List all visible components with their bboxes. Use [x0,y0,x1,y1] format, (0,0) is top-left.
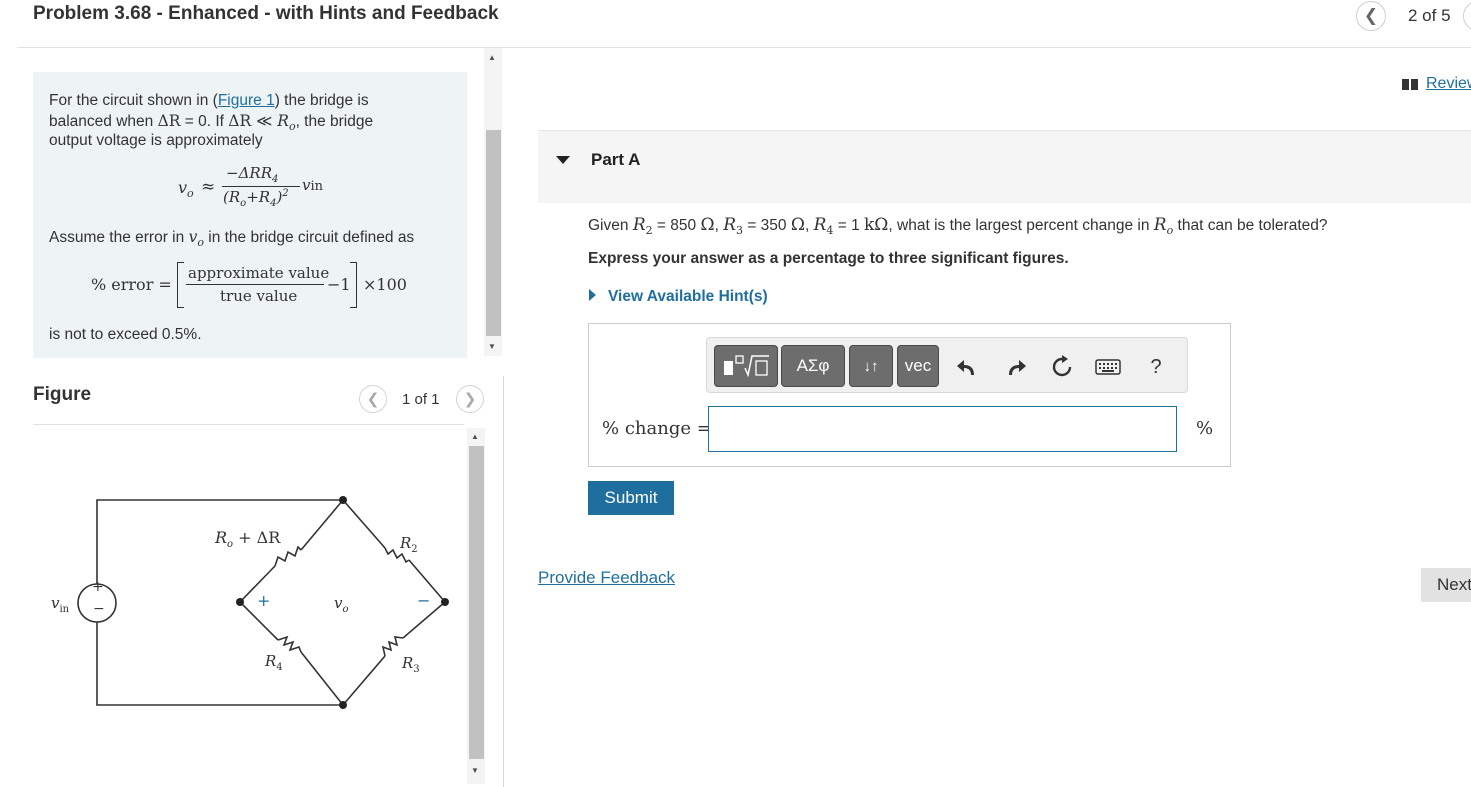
answer-instruction: Express your answer as a percentage to t… [588,250,1069,267]
figure-link[interactable]: Figure 1 [218,92,275,109]
previous-problem-button[interactable]: ❮ [1356,1,1386,31]
reset-button[interactable] [1047,352,1077,382]
problem-line-5: is not to exceed 0.5%. [49,326,202,343]
figure-scrollbar-thumb[interactable] [469,446,484,759]
output-minus: − [417,591,431,610]
chevron-left-icon: ❮ [1363,6,1379,25]
figure-next-button[interactable]: ❯ [456,385,484,413]
expand-triangle-icon[interactable] [589,289,596,301]
voltage-formula: vo ≈ −ΔRR4 (Ro+R4)2 vin [178,164,324,209]
bridge-circuit-figure: + − vin Ro + ΔR R2 R4 R3 + vo − [33,470,463,730]
problem-line-3: output voltage is approximately [49,132,263,149]
part-a-header[interactable] [538,130,1471,203]
scroll-up-icon[interactable]: ▲ [488,53,496,62]
next-problem-button[interactable] [1463,1,1471,31]
problem-scrollbar-thumb[interactable] [486,130,501,336]
answer-unit: % [1196,418,1214,439]
header-divider [17,47,1471,48]
output-voltage-label: vo [334,594,349,615]
chevron-left-icon: ❮ [366,391,380,408]
help-button[interactable]: ? [1141,352,1171,382]
reset-icon [1052,355,1072,377]
figure-divider [33,424,464,425]
bridge-circuit-diagram [77,496,449,709]
source-label: vin [51,594,70,615]
next-button[interactable]: Next [1421,568,1471,602]
problem-line-1: For the circuit shown in (Figure 1) the … [49,92,369,109]
panel-divider [503,376,504,787]
answer-label: % change = [602,418,712,439]
keyboard-icon [1095,359,1121,375]
redo-button[interactable] [1001,352,1031,382]
vector-button[interactable]: vec [897,345,939,387]
resistor-label-ro-delta: Ro + ΔR [215,528,281,551]
undo-icon [957,360,974,375]
figure-counter: 1 of 1 [402,391,440,408]
provide-feedback-link[interactable]: Provide Feedback [538,568,675,588]
scroll-down-icon[interactable]: ▼ [471,766,479,775]
scroll-up-icon[interactable]: ▲ [471,432,479,441]
source-minus: − [93,601,105,617]
keyboard-button[interactable] [1093,352,1123,382]
chevron-right-icon: ❯ [463,391,477,408]
undo-button[interactable] [952,352,982,382]
collapse-triangle-icon[interactable] [556,156,570,164]
review-link[interactable]: Review [1426,75,1471,93]
problem-statement: For the circuit shown in (Figure 1) the … [33,72,467,358]
question-text: Given R2 = 850 Ω, R3 = 350 Ω, R4 = 1 kΩ,… [588,215,1328,238]
scroll-down-icon[interactable]: ▼ [488,342,496,351]
resistor-label-r3: R3 [402,654,420,675]
source-plus: + [92,579,104,595]
greek-symbols-button[interactable]: ΑΣφ [781,345,845,387]
problem-line-4: Assume the error in vo in the bridge cir… [49,228,415,250]
resistor-label-r2: R2 [400,534,418,555]
page-title: Problem 3.68 - Enhanced - with Hints and… [33,3,499,24]
answer-input[interactable] [708,406,1177,452]
submit-button[interactable]: Submit [588,481,674,515]
figure-heading: Figure [33,384,92,405]
subscript-superscript-button[interactable]: ↓↑ [849,345,893,387]
output-plus: + [257,591,271,610]
book-icon [1402,79,1418,90]
view-hints-link[interactable]: View Available Hint(s) [608,288,768,306]
error-formula: % error = approximate value true value −… [91,262,421,310]
figure-prev-button[interactable]: ❮ [359,385,387,413]
problem-counter: 2 of 5 [1408,6,1451,25]
resistor-label-r4: R4 [265,652,283,673]
templates-icon [724,355,769,378]
part-a-title: Part A [591,150,641,169]
templates-button[interactable] [714,345,778,387]
redo-icon [1009,360,1026,375]
